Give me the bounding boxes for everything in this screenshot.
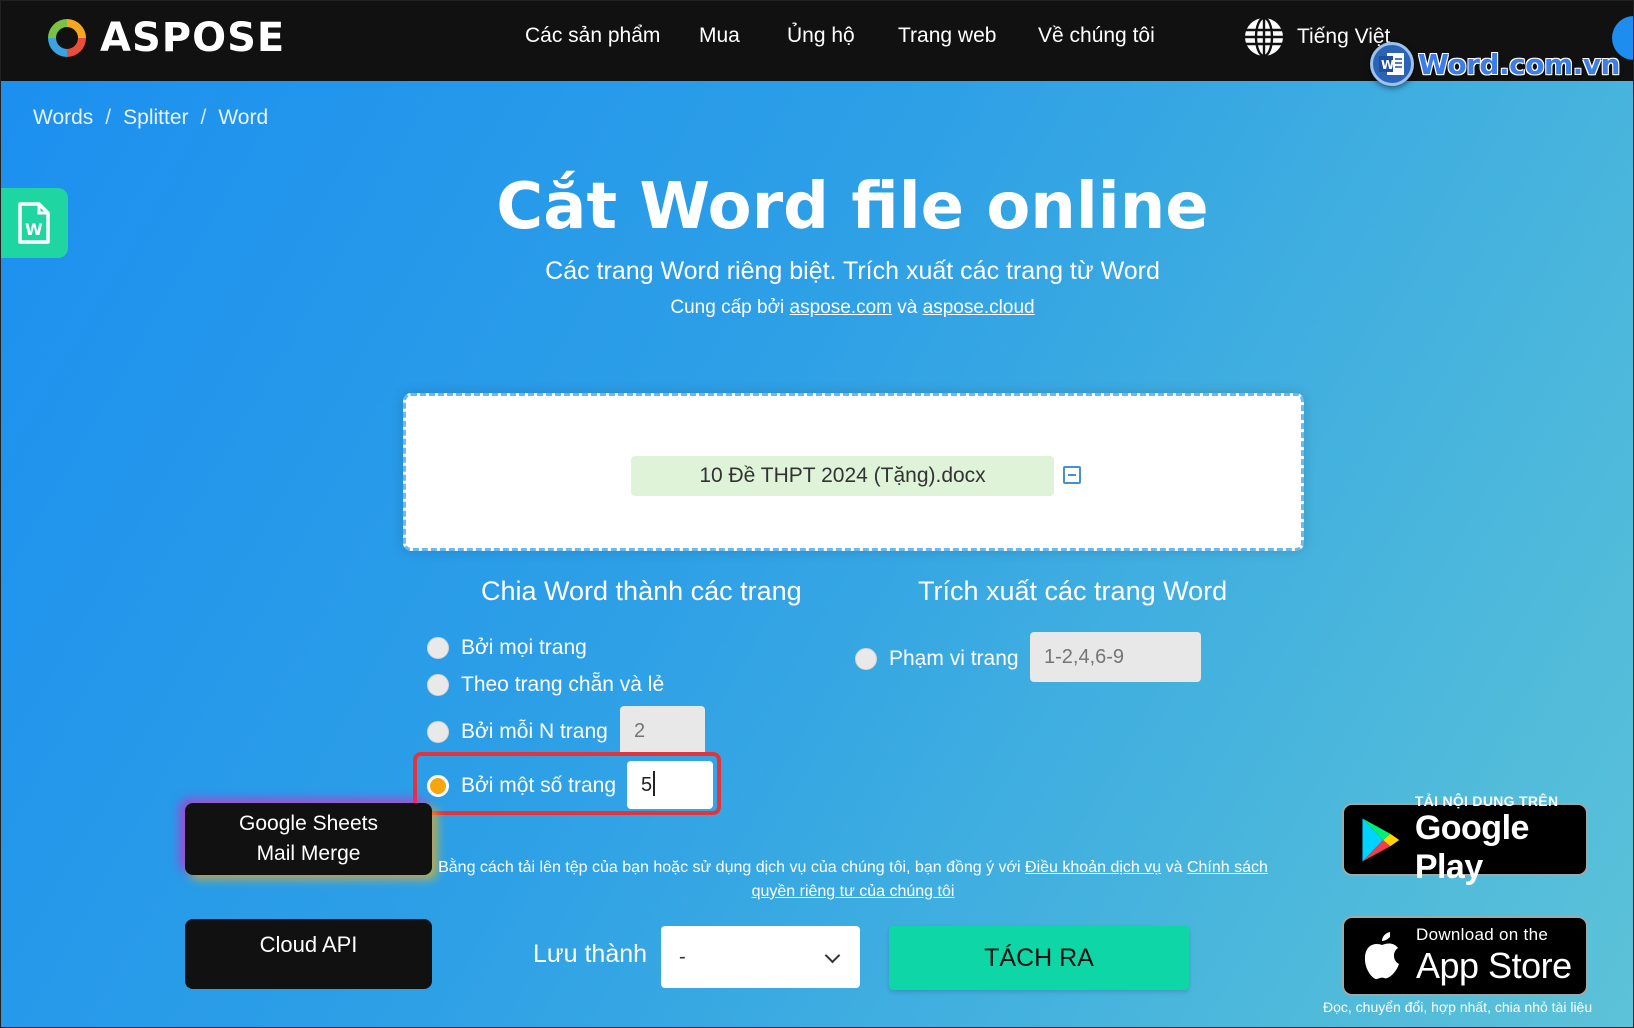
uploaded-file-name: 10 Đề THPT 2024 (Tặng).docx [631,456,1054,496]
selected-format: - [679,946,686,968]
radio-odd-even[interactable] [427,674,449,696]
option-every-page[interactable]: Bởi mọi trang [427,636,587,660]
app-store-big-text: App Store [1416,945,1572,986]
aspose-cloud-link[interactable]: aspose.cloud [923,297,1035,318]
page-subtitle: Các trang Word riêng biệt. Trích xuất cá… [545,257,1160,285]
nav-support[interactable]: Ủng hộ [787,24,855,48]
radio-every-n-pages[interactable] [427,721,449,743]
radio-page-range[interactable] [855,648,877,670]
globe-icon [1245,16,1283,58]
aspose-swirl-icon [48,19,86,57]
split-section-title: Chia Word thành các trang [481,576,802,606]
some-pages-input[interactable] [627,761,713,809]
text-cursor [653,771,655,796]
brand-name: ASPOSE [100,15,286,61]
terms-text: Bằng cách tải lên tệp của bạn hoặc sử dụ… [438,859,1021,876]
google-sheets-mail-merge-button[interactable]: Google Sheets Mail Merge [185,803,432,875]
breadcrumb-word[interactable]: Word [218,106,268,130]
footer-tagline: Đọc, chuyển đổi, hợp nhất, chia nhỏ tài … [1323,999,1593,1015]
extract-section-title: Trích xuất các trang Word [918,576,1228,606]
split-button[interactable]: TÁCH RA [889,926,1189,990]
aspose-logo[interactable]: ASPOSE [44,15,285,61]
terms-and: và [1165,859,1183,876]
radio-some-pages[interactable] [427,775,449,797]
button-line: Mail Merge [256,842,361,865]
button-line: Google Sheets [239,812,378,835]
chevron-down-icon [824,947,841,964]
option-label: Bởi một số trang [461,774,616,797]
powered-and: và [897,297,918,318]
file-dropzone[interactable]: 10 Đề THPT 2024 (Tặng).docx [403,393,1304,551]
remove-file-icon[interactable] [1063,466,1081,484]
google-play-big-text: Google Play [1414,808,1530,886]
option-odd-even[interactable]: Theo trang chẵn và lẻ [427,673,664,697]
option-label: Phạm vi trang [889,647,1019,670]
app-store-badge[interactable]: Download on the App Store [1342,916,1588,996]
google-play-badge[interactable]: TẢI NỘI DUNG TRÊN Google Play [1342,793,1588,886]
option-some-pages[interactable]: Bởi một số trang [427,774,616,798]
aspose-com-link[interactable]: aspose.com [790,297,892,318]
save-as-label: Lưu thành [533,940,648,968]
output-format-select[interactable]: - [661,926,860,988]
nav-about[interactable]: Về chúng tôi [1038,24,1155,48]
apple-icon [1364,932,1399,980]
nav-buy[interactable]: Mua [699,24,740,48]
nav-products[interactable]: Các sản phẩm [525,24,660,48]
google-play-icon [1362,817,1400,862]
language-selector[interactable]: Tiếng Việt [1243,16,1390,58]
terms-of-service-link[interactable]: Điều khoản dịch vụ [1025,859,1161,876]
powered-prefix: Cung cấp bởi [670,297,785,318]
watermark: W Word.com.vn [1370,42,1620,86]
radio-every-page[interactable] [427,637,449,659]
breadcrumb-splitter[interactable]: Splitter [123,106,188,130]
breadcrumb-words[interactable]: Words [33,106,93,130]
option-label: Theo trang chẵn và lẻ [461,673,665,696]
breadcrumb: Words / Splitter / Word [33,106,268,130]
google-play-small-text: TẢI NỘI DUNG TRÊN [1414,792,1559,809]
powered-by: Cung cấp bởi aspose.com và aspose.cloud [0,297,1634,319]
option-every-n-pages[interactable]: Bởi mỗi N trang [427,720,608,744]
nav-websites[interactable]: Trang web [898,24,996,48]
word-logo-icon: W [1370,42,1414,86]
option-label: Bởi mọi trang [461,636,587,659]
option-label: Bởi mỗi N trang [461,720,608,743]
page-range-input[interactable] [1030,632,1201,682]
watermark-text: Word.com.vn [1418,47,1620,81]
terms-notice: Bằng cách tải lên tệp của bạn hoặc sử dụ… [428,856,1278,904]
page-title: Cắt Word file online [496,170,1209,244]
cloud-api-button[interactable]: Cloud API [185,919,432,989]
breadcrumb-separator: / [200,106,207,129]
breadcrumb-separator: / [105,106,112,129]
svg-text:W: W [1381,58,1394,72]
app-store-small-text: Download on the [1416,925,1549,944]
option-page-range[interactable]: Phạm vi trang [855,647,1019,671]
n-pages-input[interactable] [620,706,705,756]
